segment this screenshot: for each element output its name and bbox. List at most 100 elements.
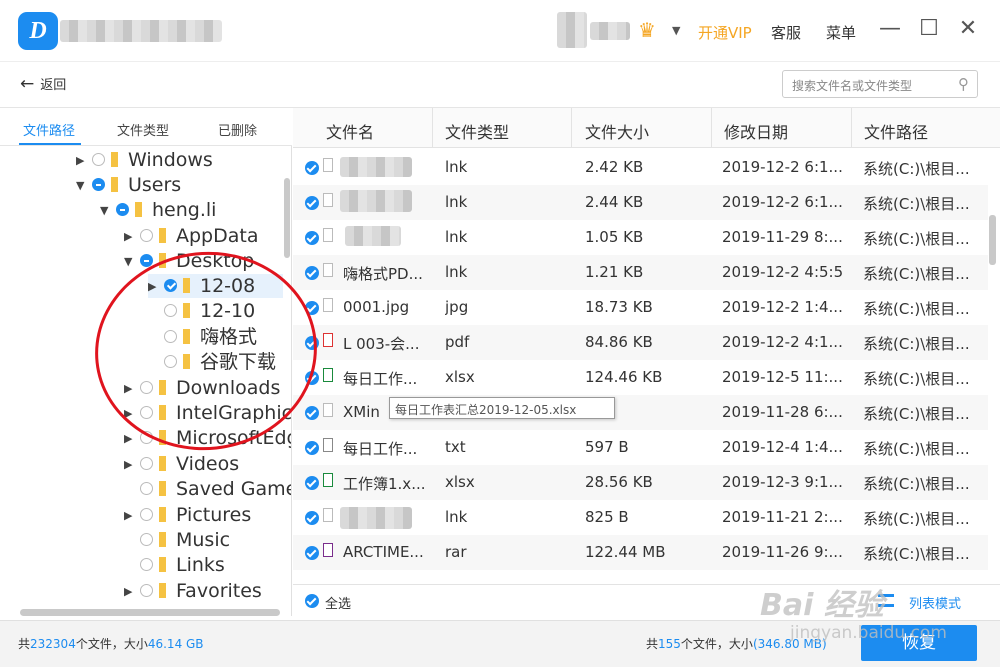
file-icon	[323, 158, 333, 172]
blurred-username	[590, 22, 630, 40]
menu-button[interactable]: 菜单	[826, 22, 856, 43]
checkbox[interactable]	[140, 584, 153, 597]
checkbox[interactable]	[140, 508, 153, 521]
expand-icon[interactable]: ▶	[124, 453, 138, 477]
column-header-path[interactable]: 文件路径	[864, 119, 928, 143]
tree-item-heng-li[interactable]: ▼ heng.li	[100, 198, 216, 222]
checkbox[interactable]	[140, 457, 153, 470]
file-date: 2019-12-3 9:1...	[722, 473, 843, 491]
tree-vertical-scrollbar[interactable]	[284, 178, 290, 258]
column-divider	[851, 108, 852, 148]
select-all-checkbox[interactable]	[305, 594, 319, 608]
table-row[interactable]: 工作簿1.x... xlsx 28.56 KB 2019-12-3 9:1... 系统(…	[293, 465, 988, 500]
tab-file-type[interactable]: 文件类型	[117, 120, 169, 139]
search-input[interactable]: 搜索文件名或文件类型 ⚲	[782, 70, 978, 98]
tree-item-label: Saved Games	[176, 478, 291, 500]
blurred-filename	[340, 157, 412, 177]
file-type: jpg	[445, 298, 469, 316]
tree-item-music[interactable]: Music	[124, 528, 230, 552]
file-icon	[323, 193, 333, 207]
file-name: 每日工作...	[343, 370, 418, 388]
row-checkbox[interactable]	[305, 161, 319, 175]
row-checkbox[interactable]	[305, 406, 319, 420]
column-header-type[interactable]: 文件类型	[445, 119, 509, 143]
tree-item-label: Videos	[176, 453, 240, 475]
column-header-name[interactable]: 文件名	[326, 119, 374, 143]
checkbox[interactable]	[140, 533, 153, 546]
table-row[interactable]: 0001.jpg jpg 18.73 KB 2019-12-2 1:4... 系统(C:…	[293, 290, 988, 325]
tab-deleted[interactable]: 已删除	[218, 120, 257, 139]
checkbox[interactable]	[140, 229, 153, 242]
tree-item-users[interactable]: ▼ Users	[76, 173, 181, 197]
file-path: 系统(C:)\根目...	[863, 195, 970, 213]
file-icon	[323, 438, 333, 452]
tree-item-links[interactable]: Links	[124, 553, 225, 577]
app-logo: D	[18, 12, 58, 50]
file-size: 2.42 KB	[585, 158, 644, 176]
arrow-left-icon: ←	[20, 74, 35, 94]
tree-item-appdata[interactable]: ▶ AppData	[124, 224, 259, 248]
search-icon[interactable]: ⚲	[958, 75, 969, 93]
tree-item-saved-games[interactable]: Saved Games	[124, 477, 291, 501]
expand-icon[interactable]: ▶	[124, 427, 138, 451]
select-all-label[interactable]: 全选	[325, 593, 351, 612]
tree-item-windows[interactable]: ▶ Windows	[76, 148, 213, 172]
tree-item-favorites[interactable]: ▶ Favorites	[124, 579, 262, 603]
checkbox[interactable]	[140, 558, 153, 571]
folder-icon	[159, 532, 166, 547]
maximize-button[interactable]: ☐	[914, 14, 944, 44]
file-size: 124.46 KB	[585, 368, 663, 386]
file-type: lnk	[445, 193, 468, 211]
file-size: 122.44 MB	[585, 543, 666, 561]
back-button[interactable]: ← 返回	[20, 74, 66, 94]
customer-service-button[interactable]: 客服	[771, 22, 801, 43]
expand-icon[interactable]: ▶	[124, 580, 138, 604]
checkbox[interactable]	[140, 482, 153, 495]
file-name: ARCTIME...	[343, 543, 424, 561]
tab-file-path[interactable]: 文件路径	[23, 120, 75, 139]
tree-item-label: Music	[176, 529, 231, 551]
collapse-icon[interactable]: ▼	[100, 199, 114, 223]
tree-item-videos[interactable]: ▶ Videos	[124, 452, 239, 476]
active-tab-indicator	[19, 143, 81, 145]
column-header-size[interactable]: 文件大小	[585, 119, 649, 143]
close-button[interactable]: ✕	[953, 14, 983, 44]
row-checkbox[interactable]	[305, 476, 319, 490]
expand-icon[interactable]: ▶	[124, 504, 138, 528]
list-vertical-scrollbar[interactable]	[989, 215, 996, 265]
expand-icon[interactable]: ▶	[124, 225, 138, 249]
minimize-button[interactable]: —	[875, 14, 905, 44]
column-header-date[interactable]: 修改日期	[724, 119, 788, 143]
row-checkbox[interactable]	[305, 511, 319, 525]
collapse-icon[interactable]: ▼	[76, 174, 90, 198]
open-vip-link[interactable]: 开通VIP	[698, 22, 752, 43]
row-checkbox[interactable]	[305, 196, 319, 210]
checkbox[interactable]	[92, 153, 105, 166]
file-type: lnk	[445, 508, 468, 526]
table-row[interactable]: ARCTIME... rar 122.44 MB 2019-11-26 9:... 系统…	[293, 535, 988, 570]
view-mode-toggle[interactable]: 列表模式	[909, 593, 961, 612]
row-checkbox[interactable]	[305, 546, 319, 560]
folder-icon	[135, 202, 142, 217]
file-size: 28.56 KB	[585, 473, 653, 491]
tree-horizontal-scrollbar[interactable]	[20, 609, 280, 616]
table-row[interactable]: 每日工作... txt 597 B 2019-12-4 1:4... 系统(C:)\根目…	[293, 430, 988, 465]
row-checkbox[interactable]	[305, 266, 319, 280]
file-size: 1.21 KB	[585, 263, 644, 281]
table-row[interactable]: L 003-会... pdf 84.86 KB 2019-12-2 4:1... 系统(…	[293, 325, 988, 360]
collapse-icon[interactable]: ▼	[124, 250, 138, 274]
table-row[interactable]: 嗨格式PD... lnk 1.21 KB 2019-12-2 4:5:5 系统(C:)\…	[293, 255, 988, 290]
checkbox[interactable]	[92, 178, 105, 191]
folder-icon	[111, 152, 118, 167]
user-avatar[interactable]	[557, 12, 587, 48]
file-path: 系统(C:)\根目...	[863, 160, 970, 178]
expand-icon[interactable]: ▶	[76, 149, 90, 173]
chevron-down-icon[interactable]: ▼	[672, 24, 680, 37]
tree-item-pictures[interactable]: ▶ Pictures	[124, 503, 251, 527]
row-checkbox[interactable]	[305, 441, 319, 455]
file-size: 597 B	[585, 438, 629, 456]
table-row[interactable]: 每日工作... xlsx 124.46 KB 2019-12-5 11:... 系统(C…	[293, 360, 988, 395]
row-checkbox[interactable]	[305, 231, 319, 245]
checkbox[interactable]	[116, 203, 129, 216]
file-size: 1.05 KB	[585, 228, 644, 246]
